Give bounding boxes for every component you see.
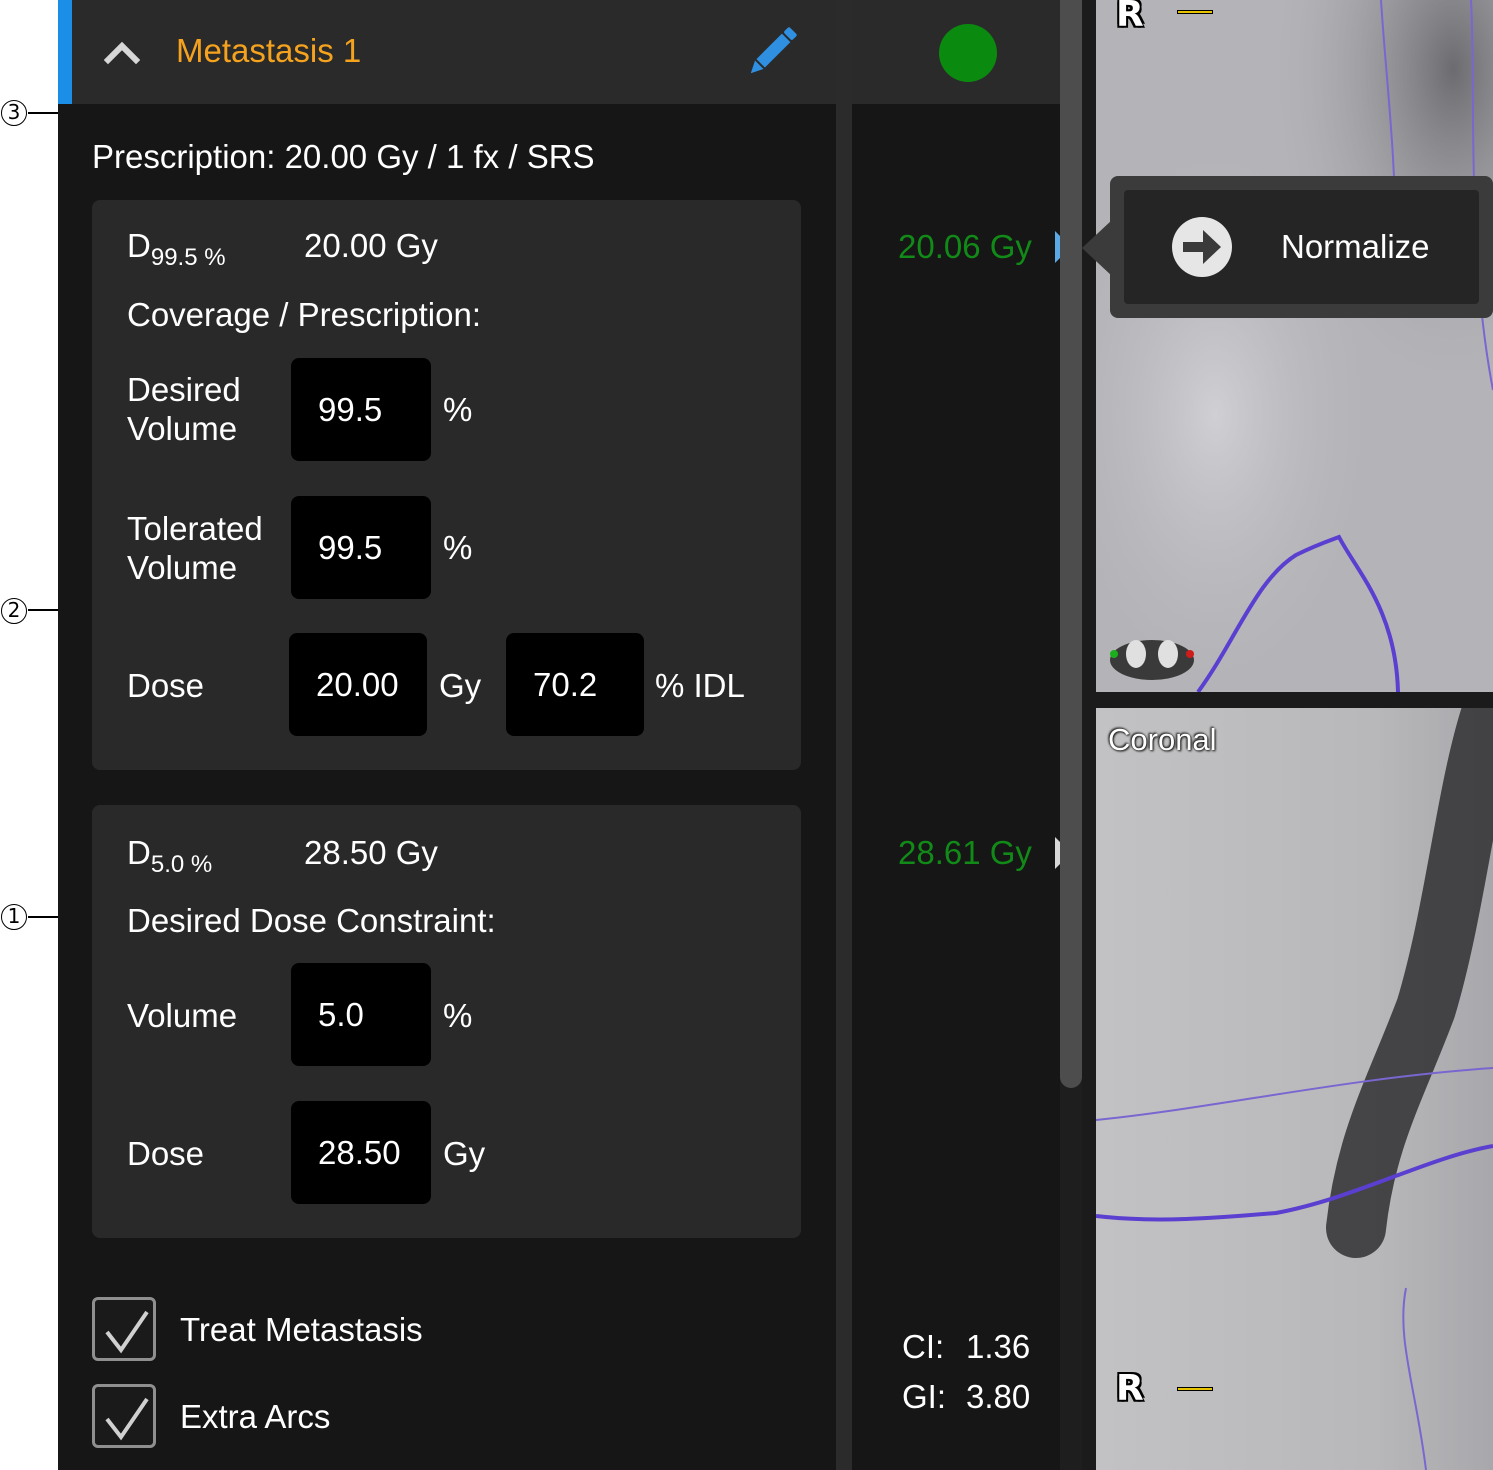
constraint-metric-value: 28.50 Gy bbox=[304, 834, 438, 871]
selection-accent-bar bbox=[58, 0, 72, 104]
orientation-marker-bottom: R bbox=[1116, 1368, 1144, 1409]
chevron-up-icon[interactable] bbox=[104, 38, 140, 66]
ct-image-top bbox=[1096, 0, 1493, 692]
orientation-cube-icon[interactable] bbox=[1106, 632, 1198, 684]
axial-viewer[interactable] bbox=[1096, 0, 1493, 692]
constraint-volume-unit: % bbox=[443, 997, 473, 1034]
status-indicator bbox=[939, 24, 997, 82]
treat-metastasis-checkbox[interactable] bbox=[92, 1297, 156, 1361]
extra-arcs-label[interactable]: Extra Arcs bbox=[180, 1397, 330, 1436]
scale-indicator-top bbox=[1177, 10, 1213, 14]
coverage-metric: D99.5 % bbox=[127, 227, 226, 271]
coronal-label: Coronal bbox=[1108, 722, 1217, 757]
idl-input[interactable]: 70.2 bbox=[506, 633, 644, 736]
tolerated-volume-label-1: Tolerated bbox=[127, 510, 263, 547]
idl-unit: % IDL bbox=[655, 667, 745, 704]
checkmark-icon bbox=[105, 1397, 149, 1441]
callout-2: 2 bbox=[1, 598, 27, 624]
coverage-dose-label: Dose bbox=[127, 667, 205, 704]
ct-image-bottom bbox=[1096, 708, 1493, 1470]
constraint-achieved-value: 28.61 Gy bbox=[898, 834, 1032, 871]
gi-value: 3.80 bbox=[966, 1378, 1031, 1415]
treat-metastasis-label[interactable]: Treat Metastasis bbox=[180, 1310, 423, 1349]
tooltip-pointer bbox=[1082, 220, 1112, 276]
desired-volume-unit: % bbox=[443, 391, 473, 428]
constraint-volume-label: Volume bbox=[127, 997, 238, 1034]
checkmark-icon bbox=[105, 1310, 149, 1354]
desired-volume-label-2: Volume bbox=[127, 410, 238, 447]
scrollbar-thumb[interactable] bbox=[1060, 0, 1082, 1088]
coverage-achieved-value: 20.06 Gy bbox=[898, 228, 1032, 265]
desired-volume-input[interactable]: 99.5 bbox=[291, 358, 431, 461]
coverage-dose-unit: Gy bbox=[439, 667, 482, 704]
normalize-label[interactable]: Normalize bbox=[1281, 228, 1430, 266]
callout-3: 3 bbox=[1, 100, 27, 126]
tolerated-volume-unit: % bbox=[443, 529, 473, 566]
desired-volume-label-1: Desired bbox=[127, 371, 241, 408]
extra-arcs-checkbox[interactable] bbox=[92, 1384, 156, 1448]
pencil-edit-icon[interactable] bbox=[742, 22, 802, 82]
prescription-text: Prescription: 20.00 Gy / 1 fx / SRS bbox=[92, 138, 595, 175]
orientation-marker-top: R bbox=[1116, 0, 1144, 35]
ci-value: 1.36 bbox=[966, 1328, 1031, 1365]
tolerated-volume-input[interactable]: 99.5 bbox=[291, 496, 431, 599]
ci-label: CI: bbox=[902, 1328, 945, 1365]
constraint-heading: Desired Dose Constraint: bbox=[127, 902, 496, 939]
coverage-metric-value: 20.00 Gy bbox=[304, 227, 438, 264]
constraint-dose-unit: Gy bbox=[443, 1135, 486, 1172]
results-column bbox=[852, 0, 1060, 1470]
coverage-heading: Coverage / Prescription: bbox=[127, 296, 481, 333]
constraint-metric: D5.0 % bbox=[127, 834, 213, 878]
gi-label: GI: bbox=[902, 1378, 947, 1415]
constraint-dose-label: Dose bbox=[127, 1135, 205, 1172]
constraint-volume-input[interactable]: 5.0 bbox=[291, 963, 431, 1066]
column-divider bbox=[836, 0, 852, 1470]
callout-1: 1 bbox=[1, 904, 27, 930]
coverage-dose-input[interactable]: 20.00 bbox=[289, 633, 427, 736]
tolerated-volume-label-2: Volume bbox=[127, 549, 238, 586]
arrow-right-circle-icon[interactable] bbox=[1169, 214, 1235, 280]
constraint-dose-input[interactable]: 28.50 bbox=[291, 1101, 431, 1204]
scale-indicator-bottom bbox=[1177, 1387, 1213, 1391]
coronal-viewer[interactable] bbox=[1096, 708, 1493, 1470]
structure-title: Metastasis 1 bbox=[176, 32, 362, 69]
